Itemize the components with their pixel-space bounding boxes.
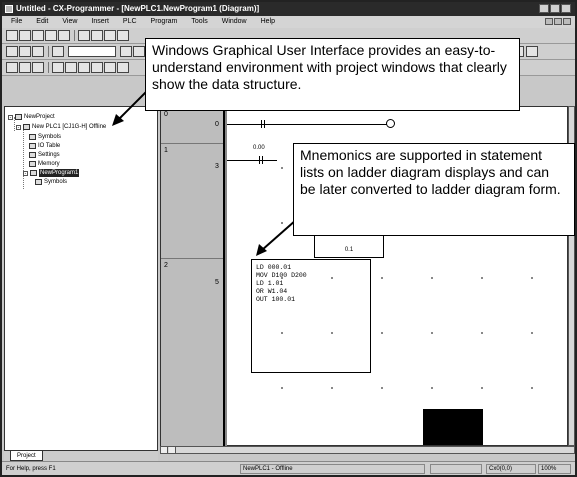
callout-arrow-gui: [117, 89, 149, 121]
callout-arrow-mnemonics: [261, 219, 297, 251]
callout-gui: Windows Graphical User Interface provide…: [145, 38, 520, 111]
callout-mnemonics: Mnemonics are supported in statement lis…: [293, 143, 575, 236]
